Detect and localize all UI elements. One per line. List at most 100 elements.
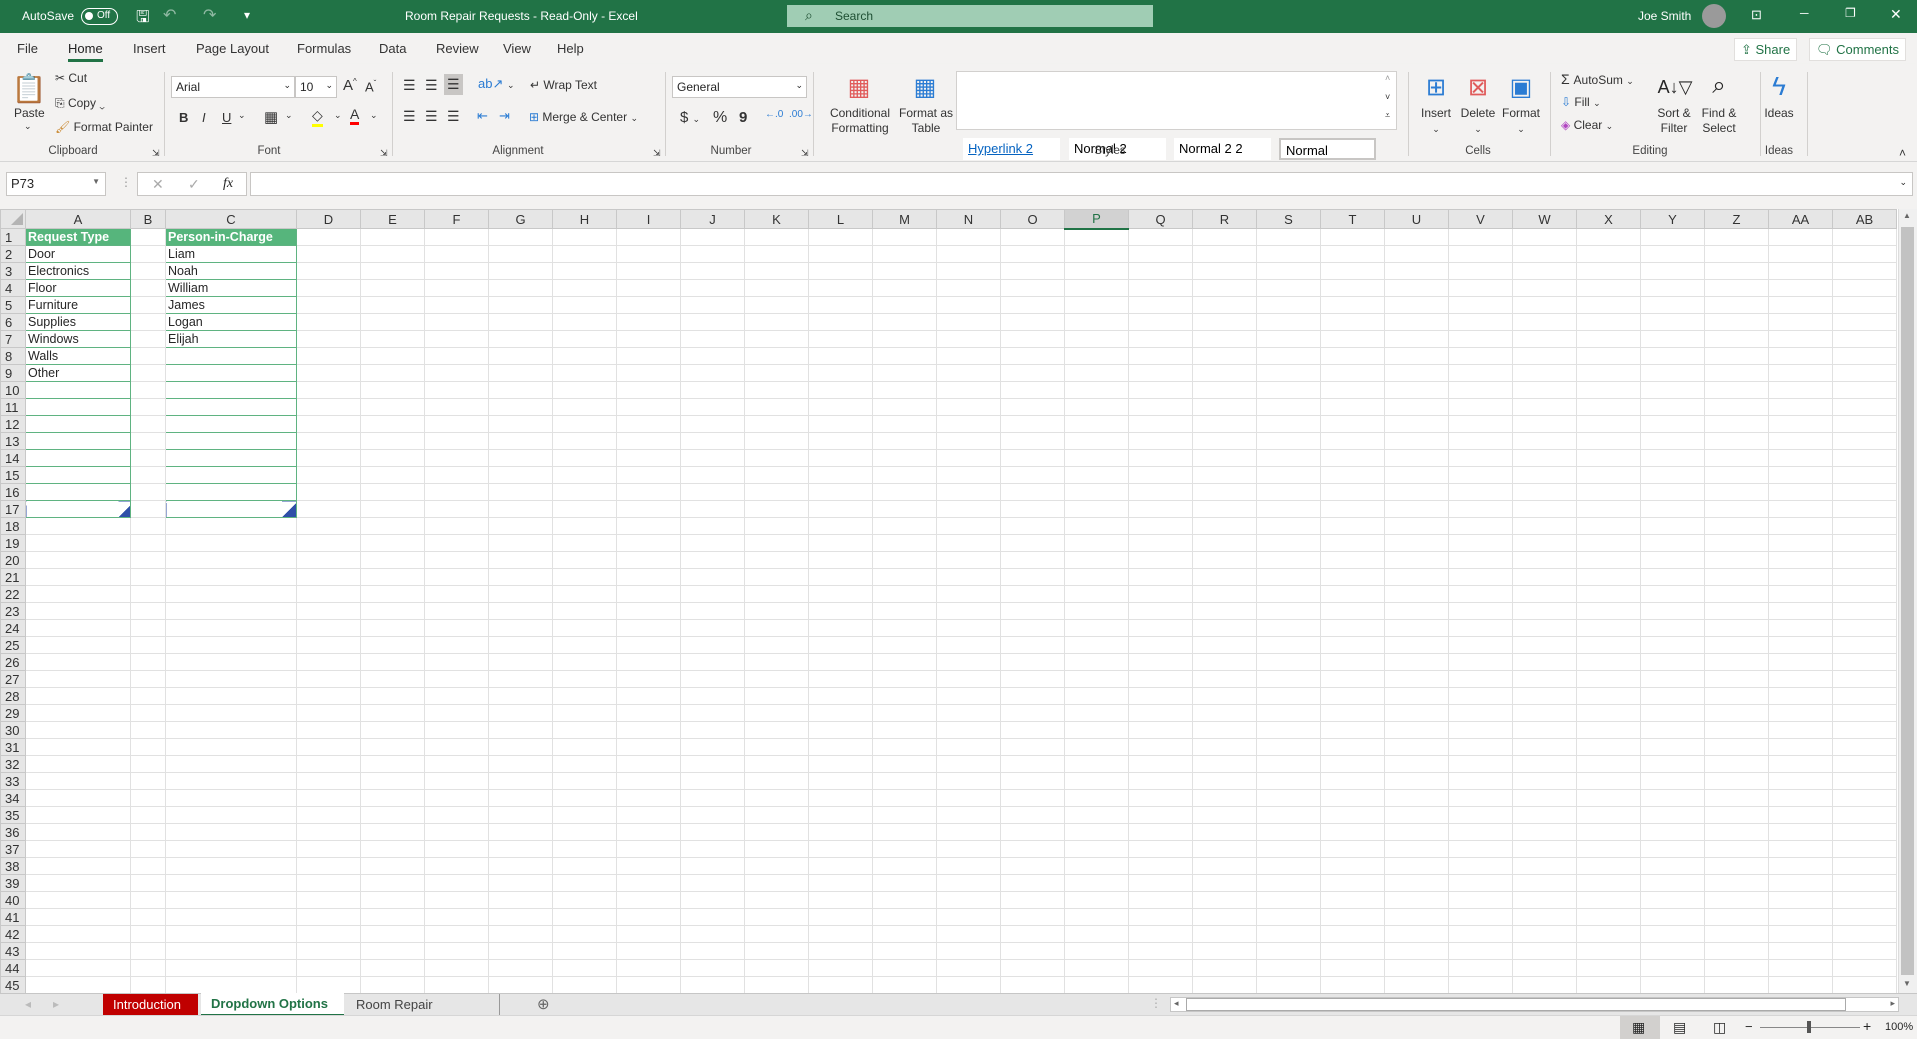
- bold-button[interactable]: B: [179, 110, 188, 125]
- cell-Y36[interactable]: [1640, 823, 1705, 841]
- cell-AB3[interactable]: [1832, 262, 1897, 280]
- row-header-21[interactable]: 21: [0, 568, 26, 586]
- cell-M45[interactable]: [872, 976, 937, 993]
- paste-button[interactable]: Paste: [14, 106, 45, 120]
- cell-C23[interactable]: [165, 602, 297, 620]
- cell-L36[interactable]: [808, 823, 873, 841]
- cell-Z41[interactable]: [1704, 908, 1769, 926]
- cell-F44[interactable]: [424, 959, 489, 977]
- cell-G45[interactable]: [488, 976, 553, 993]
- cell-X23[interactable]: [1576, 602, 1641, 620]
- cell-L9[interactable]: [808, 364, 873, 382]
- cell-L8[interactable]: [808, 347, 873, 365]
- cell-X41[interactable]: [1576, 908, 1641, 926]
- cell-M27[interactable]: [872, 670, 937, 688]
- row-header-36[interactable]: 36: [0, 823, 26, 841]
- gallery-scroll-down-icon[interactable]: ˅: [1385, 92, 1390, 102]
- cell-G18[interactable]: [488, 517, 553, 535]
- cell-B23[interactable]: [130, 602, 166, 620]
- cell-N43[interactable]: [936, 942, 1001, 960]
- row-header-4[interactable]: 4: [0, 279, 26, 297]
- cell-Q15[interactable]: [1128, 466, 1193, 484]
- cell-D18[interactable]: [296, 517, 361, 535]
- cell-I21[interactable]: [616, 568, 681, 586]
- cell-K25[interactable]: [744, 636, 809, 654]
- cell-Q31[interactable]: [1128, 738, 1193, 756]
- cell-N20[interactable]: [936, 551, 1001, 569]
- cell-Z13[interactable]: [1704, 432, 1769, 450]
- cell-X28[interactable]: [1576, 687, 1641, 705]
- cell-B3[interactable]: [130, 262, 166, 280]
- cell-W32[interactable]: [1512, 755, 1577, 773]
- column-header-G[interactable]: G: [488, 209, 553, 229]
- cell-T28[interactable]: [1320, 687, 1385, 705]
- cell-T24[interactable]: [1320, 619, 1385, 637]
- cell-D12[interactable]: [296, 415, 361, 433]
- cell-D38[interactable]: [296, 857, 361, 875]
- cell-D34[interactable]: [296, 789, 361, 807]
- fill-color-dropdown-icon[interactable]: ⌄: [334, 110, 342, 121]
- cell-A31[interactable]: [25, 738, 131, 756]
- cell-W21[interactable]: [1512, 568, 1577, 586]
- cell-T39[interactable]: [1320, 874, 1385, 892]
- cell-M31[interactable]: [872, 738, 937, 756]
- cell-W11[interactable]: [1512, 398, 1577, 416]
- cell-N13[interactable]: [936, 432, 1001, 450]
- cell-O3[interactable]: [1000, 262, 1065, 280]
- cell-S26[interactable]: [1256, 653, 1321, 671]
- cell-AA19[interactable]: [1768, 534, 1833, 552]
- cell-Y2[interactable]: [1640, 245, 1705, 263]
- underline-button[interactable]: U: [222, 110, 231, 125]
- cell-A25[interactable]: [25, 636, 131, 654]
- cell-A3[interactable]: Electronics: [25, 262, 131, 280]
- cell-AA33[interactable]: [1768, 772, 1833, 790]
- cell-O10[interactable]: [1000, 381, 1065, 399]
- cell-F43[interactable]: [424, 942, 489, 960]
- cell-C17[interactable]: [165, 500, 297, 518]
- cell-E5[interactable]: [360, 296, 425, 314]
- cell-O37[interactable]: [1000, 840, 1065, 858]
- cell-O17[interactable]: [1000, 500, 1065, 518]
- cell-R17[interactable]: [1192, 500, 1257, 518]
- cell-X32[interactable]: [1576, 755, 1641, 773]
- cell-D19[interactable]: [296, 534, 361, 552]
- cell-V25[interactable]: [1448, 636, 1513, 654]
- cell-W9[interactable]: [1512, 364, 1577, 382]
- cell-O9[interactable]: [1000, 364, 1065, 382]
- cell-AA17[interactable]: [1768, 500, 1833, 518]
- cell-A17[interactable]: [25, 500, 131, 518]
- cell-I42[interactable]: [616, 925, 681, 943]
- enter-check-icon[interactable]: ✓: [188, 176, 200, 193]
- cell-G28[interactable]: [488, 687, 553, 705]
- tab-home[interactable]: Home: [68, 41, 103, 62]
- cell-R33[interactable]: [1192, 772, 1257, 790]
- cell-K40[interactable]: [744, 891, 809, 909]
- cell-G6[interactable]: [488, 313, 553, 331]
- cell-X29[interactable]: [1576, 704, 1641, 722]
- cell-A43[interactable]: [25, 942, 131, 960]
- cell-R10[interactable]: [1192, 381, 1257, 399]
- cell-H10[interactable]: [552, 381, 617, 399]
- cell-L23[interactable]: [808, 602, 873, 620]
- cell-AB28[interactable]: [1832, 687, 1897, 705]
- cell-Y43[interactable]: [1640, 942, 1705, 960]
- cell-C29[interactable]: [165, 704, 297, 722]
- cell-V17[interactable]: [1448, 500, 1513, 518]
- cell-F32[interactable]: [424, 755, 489, 773]
- cell-S8[interactable]: [1256, 347, 1321, 365]
- cell-D9[interactable]: [296, 364, 361, 382]
- cell-N3[interactable]: [936, 262, 1001, 280]
- cell-Q4[interactable]: [1128, 279, 1193, 297]
- cell-G30[interactable]: [488, 721, 553, 739]
- cell-Q37[interactable]: [1128, 840, 1193, 858]
- cell-H4[interactable]: [552, 279, 617, 297]
- cell-C10[interactable]: [165, 381, 297, 399]
- cell-X7[interactable]: [1576, 330, 1641, 348]
- cell-G43[interactable]: [488, 942, 553, 960]
- cell-D36[interactable]: [296, 823, 361, 841]
- cell-U3[interactable]: [1384, 262, 1449, 280]
- cell-A39[interactable]: [25, 874, 131, 892]
- cell-M42[interactable]: [872, 925, 937, 943]
- cell-L30[interactable]: [808, 721, 873, 739]
- cell-B43[interactable]: [130, 942, 166, 960]
